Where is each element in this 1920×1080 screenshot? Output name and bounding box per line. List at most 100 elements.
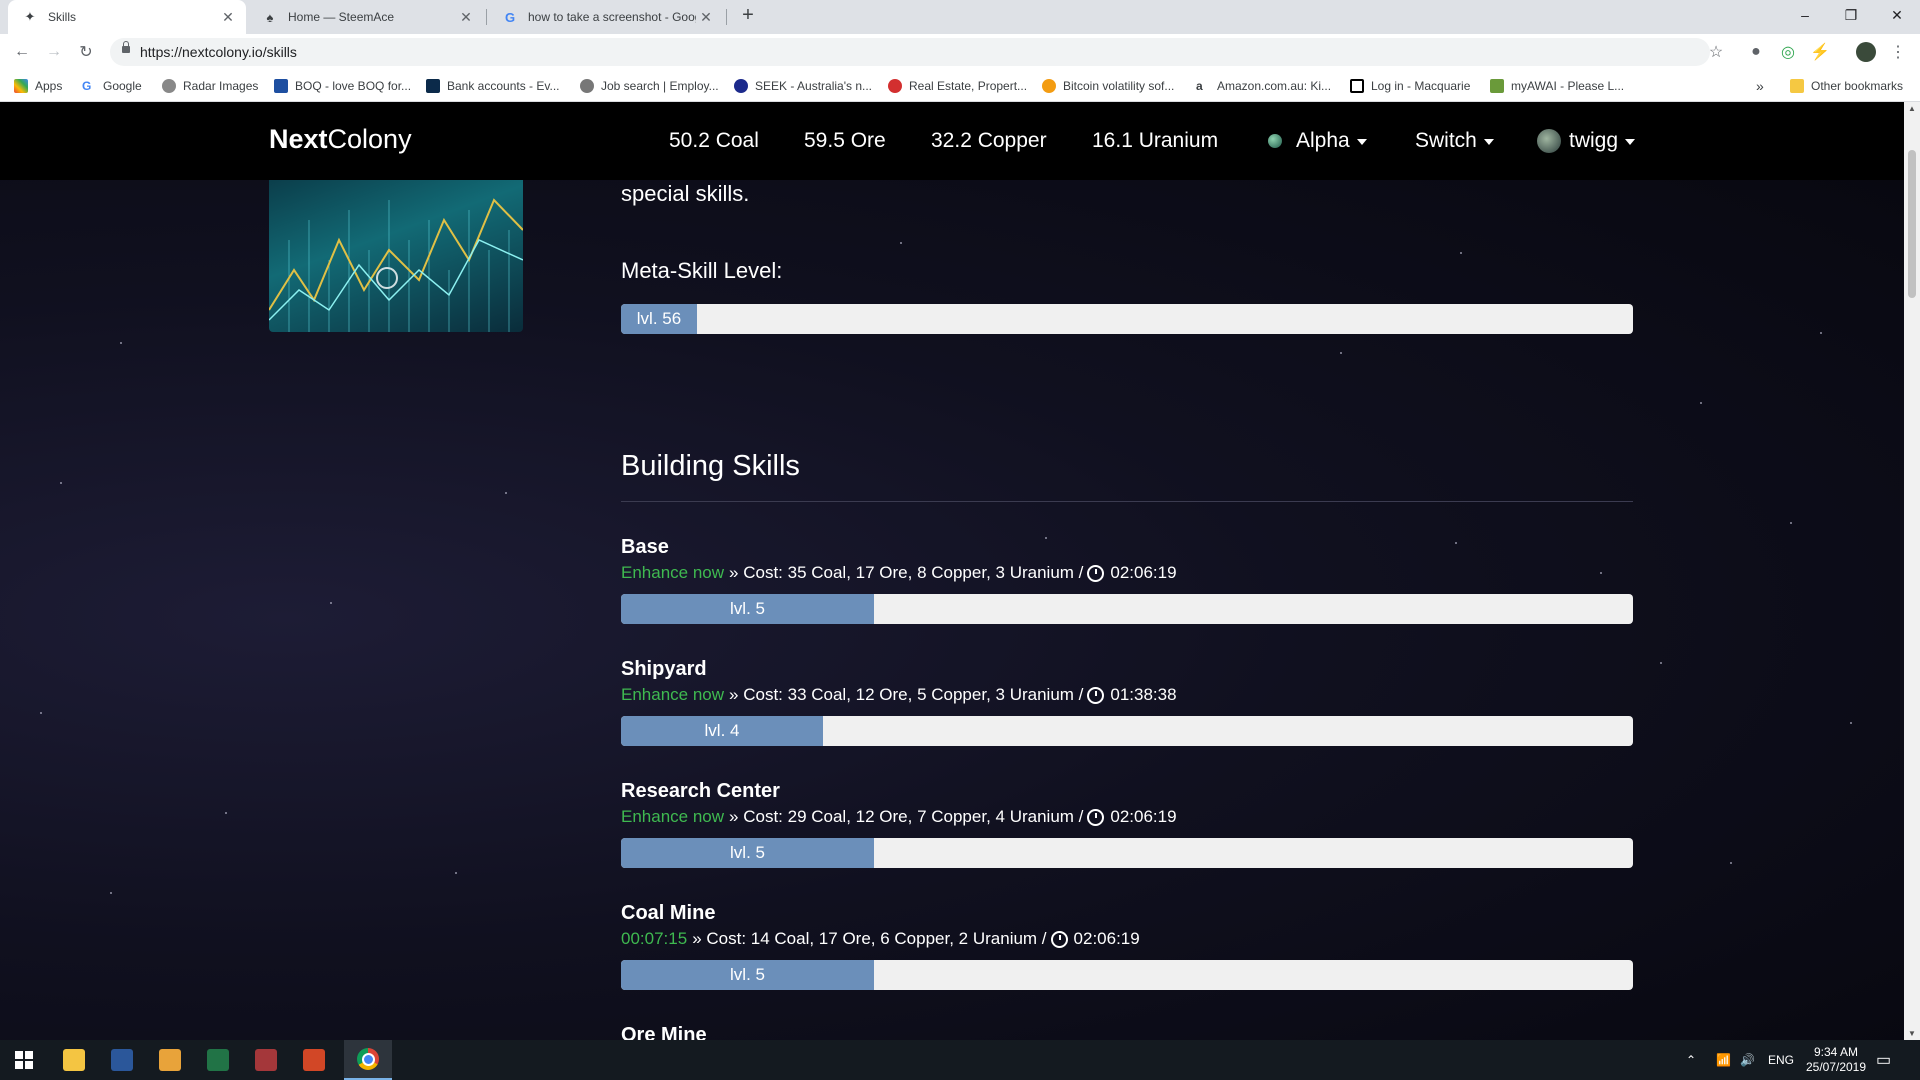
skill-progress-bar: lvl. 5 [621, 838, 1633, 868]
bookmark-macquarie[interactable]: Log in - Macquarie [1350, 70, 1470, 102]
lock-icon [122, 41, 130, 53]
skill-name-ore-mine: Ore Mine [621, 1024, 707, 1040]
skill-cost: » Cost: 33 Coal, 12 Ore, 5 Copper, 3 Ura… [729, 685, 1084, 704]
powerpoint-icon[interactable] [290, 1040, 338, 1080]
excel-icon[interactable] [194, 1040, 242, 1080]
scrollbar-thumb[interactable] [1908, 150, 1916, 298]
skill-cost: » Cost: 29 Coal, 12 Ore, 7 Copper, 4 Ura… [729, 807, 1084, 826]
clock-icon [1087, 686, 1105, 704]
scroll-down-icon[interactable]: ▼ [1908, 1029, 1916, 1038]
skill-name-research-center: Research Center [621, 780, 780, 802]
windows-start-icon[interactable] [0, 1040, 48, 1080]
clock[interactable]: 9:34 AM 25/07/2019 [1804, 1040, 1868, 1080]
bookmark-bitcoin-volatility[interactable]: Bitcoin volatility sof... [1042, 70, 1174, 102]
brand-logo[interactable]: NextColony [269, 124, 412, 155]
google-icon: G [82, 79, 92, 93]
bookmark-myawai[interactable]: myAWAI - Please L... [1490, 70, 1624, 102]
bookmark-seek[interactable]: SEEK - Australia's n... [734, 70, 872, 102]
tab-title: Skills [48, 10, 77, 24]
chrome-icon[interactable] [344, 1040, 392, 1080]
skill-cost: » Cost: 14 Coal, 17 Ore, 6 Copper, 2 Ura… [692, 929, 1047, 948]
close-tab-icon[interactable]: ✕ [218, 9, 238, 26]
folder-icon [1790, 79, 1804, 93]
bookmark-apps[interactable]: Apps [14, 70, 62, 102]
progress-fill: lvl. 5 [621, 960, 874, 990]
bookmark-bank-accounts[interactable]: Bank accounts - Ev... [426, 70, 560, 102]
resource-ore: 59.5 Ore [804, 129, 886, 152]
menu-kebab-icon[interactable]: ⋮ [1884, 34, 1912, 70]
apps-grid-icon [14, 79, 28, 93]
forward-icon[interactable]: → [40, 34, 68, 70]
minimize-icon[interactable]: – [1782, 0, 1828, 30]
seek-icon [734, 79, 748, 93]
outlook-icon[interactable] [146, 1040, 194, 1080]
progress-fill: lvl. 4 [621, 716, 823, 746]
bookmark-radar-images[interactable]: Radar Images [162, 70, 258, 102]
profile-artwork [269, 198, 523, 332]
google-favicon-icon: G [504, 9, 516, 25]
tray-chevron-icon[interactable]: ⌃ [1686, 1040, 1696, 1080]
skill-progress-bar: lvl. 4 [621, 716, 1633, 746]
windows-taskbar: ⌃ 📶 🔊 ENG 9:34 AM 25/07/2019 ▭ [0, 1040, 1920, 1080]
close-tab-icon[interactable]: ✕ [456, 9, 476, 26]
tab-steemace[interactable]: ♠ Home — SteemAce ✕ [248, 0, 484, 34]
more-bookmarks-chevron-icon[interactable]: » [1756, 70, 1764, 102]
meta-skill-progress-bar: lvl. 56 [621, 304, 1633, 334]
back-icon[interactable]: ← [8, 34, 36, 70]
resource-copper: 32.2 Copper [931, 129, 1047, 152]
scroll-up-icon[interactable]: ▲ [1908, 104, 1916, 113]
resource-coal: 50.2 Coal [669, 129, 759, 152]
profile-image [269, 180, 523, 332]
skill-cost-line: 00:07:15 » Cost: 14 Coal, 17 Ore, 6 Copp… [621, 929, 1140, 949]
tab-google-search[interactable]: G how to take a screenshot - Goog ✕ [488, 0, 724, 34]
planet-icon [1268, 134, 1282, 148]
reload-icon[interactable]: ↻ [72, 34, 100, 70]
close-window-icon[interactable]: ✕ [1874, 0, 1920, 30]
bank-icon [426, 79, 440, 93]
bookmark-google[interactable]: G Google [82, 70, 142, 102]
restore-icon[interactable]: ❐ [1828, 0, 1874, 30]
planet-dropdown[interactable]: Alpha [1268, 129, 1367, 153]
skill-name-base: Base [621, 536, 669, 558]
language-indicator[interactable]: ENG [1768, 1040, 1794, 1080]
macquarie-icon [1350, 79, 1364, 93]
skill-cost-line: Enhance now » Cost: 35 Coal, 17 Ore, 8 C… [621, 563, 1177, 583]
volume-icon[interactable]: 🔊 [1740, 1040, 1755, 1080]
bookmark-amazon[interactable]: a Amazon.com.au: Ki... [1196, 70, 1331, 102]
skill-time: 01:38:38 [1110, 685, 1177, 704]
profile-avatar-icon[interactable] [1852, 34, 1880, 70]
tab-skills[interactable]: ✦ Skills ✕ [8, 0, 246, 34]
bookmark-job-search[interactable]: Job search | Employ... [580, 70, 719, 102]
tab-title: how to take a screenshot - Goog [528, 10, 696, 24]
bookmarks-bar: Apps G Google Radar Images BOQ - love BOQ… [0, 70, 1920, 102]
boq-icon [274, 79, 288, 93]
access-icon[interactable] [242, 1040, 290, 1080]
skill-cost-line: Enhance now » Cost: 33 Coal, 12 Ore, 5 C… [621, 685, 1177, 705]
radar-icon [162, 79, 176, 93]
new-tab-button[interactable]: + [736, 4, 760, 30]
caret-down-icon [1625, 139, 1636, 145]
address-bar[interactable]: https://nextcolony.io/skills [110, 38, 1710, 66]
bookmark-real-estate[interactable]: Real Estate, Propert... [888, 70, 1027, 102]
file-explorer-icon[interactable] [50, 1040, 98, 1080]
skill-time: 02:06:19 [1110, 563, 1177, 582]
page-scrollbar[interactable]: ▲ ▼ [1904, 102, 1920, 1040]
skill-progress-bar: lvl. 5 [621, 960, 1633, 990]
notifications-icon[interactable]: ▭ [1876, 1040, 1891, 1080]
enhance-now-link[interactable]: Enhance now [621, 563, 724, 583]
enhance-now-link[interactable]: Enhance now [621, 807, 724, 827]
close-tab-icon[interactable]: ✕ [696, 9, 716, 26]
bookmark-boq[interactable]: BOQ - love BOQ for... [274, 70, 411, 102]
progress-fill: lvl. 5 [621, 838, 874, 868]
nextcolony-favicon-icon: ✦ [24, 9, 36, 24]
extension-icon[interactable]: ● [1742, 34, 1770, 70]
word-icon[interactable] [98, 1040, 146, 1080]
switch-dropdown[interactable]: Switch [1415, 129, 1494, 153]
enhance-now-link[interactable]: Enhance now [621, 685, 724, 705]
extension-icon[interactable]: ⚡ [1806, 34, 1834, 70]
user-menu-dropdown[interactable]: twigg [1537, 129, 1636, 153]
bookmark-other-bookmarks[interactable]: Other bookmarks [1790, 70, 1903, 102]
extension-icon[interactable]: ◎ [1774, 34, 1802, 70]
skill-name-shipyard: Shipyard [621, 658, 707, 680]
wifi-icon[interactable]: 📶 [1716, 1040, 1731, 1080]
